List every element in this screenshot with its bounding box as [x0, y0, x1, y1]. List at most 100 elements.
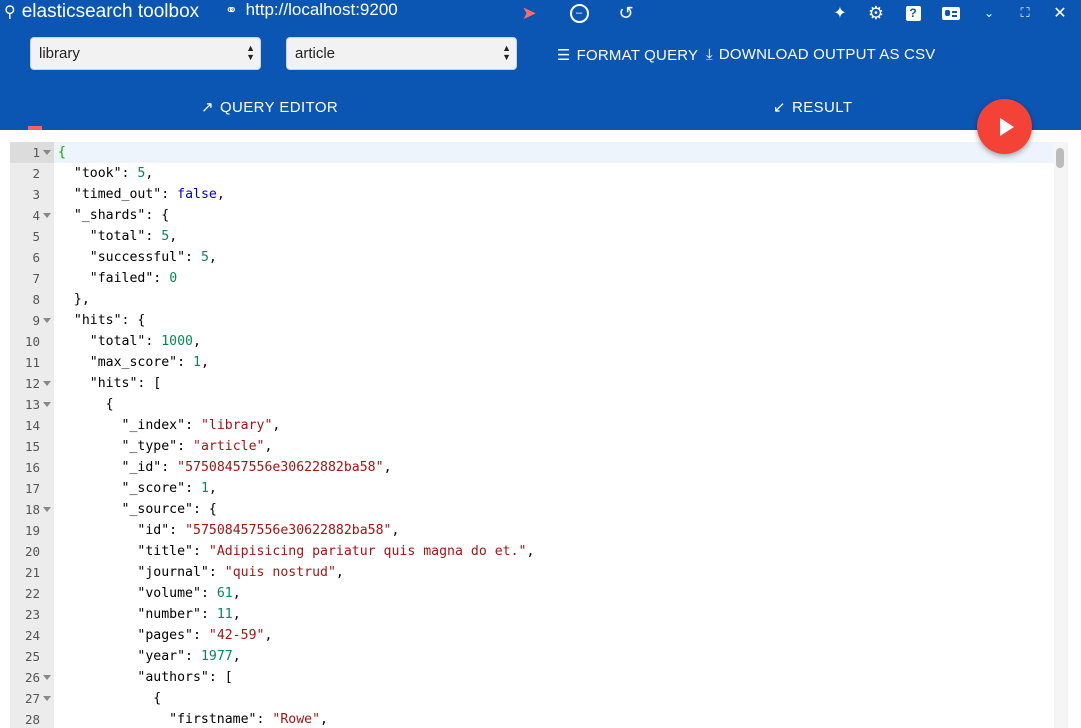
line-number: 12 [24, 376, 40, 391]
tab-result[interactable]: ↙ RESULT [773, 98, 852, 117]
code-text: "year": 1977, [137, 649, 241, 664]
minus-circle-icon[interactable]: – [567, 2, 591, 24]
fullscreen-icon[interactable]: ⛶ [1013, 2, 1037, 24]
profile-card-icon[interactable] [939, 2, 963, 24]
code-line[interactable]: 23 "number": 11, [10, 604, 1054, 625]
code-line[interactable]: 11 "max_score": 1, [10, 352, 1054, 373]
code-line[interactable]: 18 "_source": { [10, 499, 1054, 520]
code-text: "_source": { [121, 502, 217, 517]
gear-icon[interactable]: ⚙ [864, 2, 888, 24]
code-text: "firstname": "Rowe", [169, 712, 328, 727]
line-number: 28 [24, 712, 40, 727]
editor-scrollbar[interactable] [1054, 142, 1068, 728]
format-query-button[interactable]: ☰ FORMAT QUERY [557, 46, 699, 65]
code-line[interactable]: 12 "hits": [ [10, 373, 1054, 394]
puzzle-icon[interactable]: ✦ [828, 2, 852, 24]
format-query-label: FORMAT QUERY [576, 46, 699, 64]
download-csv-button[interactable]: ⤓ DOWNLOAD OUTPUT AS CSV [706, 46, 936, 63]
line-number: 19 [24, 523, 40, 538]
format-align-icon: ☰ [557, 47, 571, 64]
line-number: 17 [24, 481, 40, 496]
history-icon[interactable]: ↺ [614, 2, 638, 24]
line-number: 7 [32, 271, 40, 286]
send-icon[interactable]: ➤ [517, 2, 541, 24]
code-line[interactable]: 9 "hits": { [10, 310, 1054, 331]
code-text: "_type": "article", [121, 439, 273, 454]
arrow-down-left-icon: ↙ [773, 99, 786, 116]
line-number: 25 [24, 649, 40, 664]
fold-toggle-icon[interactable] [43, 150, 51, 155]
line-number: 14 [24, 418, 40, 433]
link-icon: ⚭ [225, 2, 238, 19]
type-select[interactable]: article ▲ ▼ [286, 37, 517, 70]
code-line[interactable]: 25 "year": 1977, [10, 646, 1054, 667]
code-line[interactable]: 19 "id": "57508457556e30622882ba58", [10, 520, 1054, 541]
code-text: "max_score": 1, [89, 355, 209, 370]
line-number: 26 [24, 670, 40, 685]
code-line[interactable]: 3 "timed_out": false, [10, 184, 1054, 205]
line-number: 13 [24, 397, 40, 412]
code-line[interactable]: 22 "volume": 61, [10, 583, 1054, 604]
line-number: 18 [24, 502, 40, 517]
title-bar: ⚲ elasticsearch toolbox ⚭ http://localho… [0, 0, 1081, 26]
code-line[interactable]: 8 }, [10, 289, 1054, 310]
code-text: "id": "57508457556e30622882ba58", [137, 523, 400, 538]
fold-toggle-icon[interactable] [43, 402, 51, 407]
tab-query-editor[interactable]: ↗ QUERY EDITOR [201, 98, 338, 117]
active-tab-indicator [28, 126, 42, 130]
fold-toggle-icon[interactable] [43, 213, 51, 218]
run-query-button[interactable] [977, 99, 1032, 154]
code-text: "pages": "42-59", [137, 628, 273, 643]
index-select[interactable]: library ▲ ▼ [30, 37, 261, 70]
fold-toggle-icon[interactable] [43, 507, 51, 512]
code-line[interactable]: 26 "authors": [ [10, 667, 1054, 688]
line-number: 16 [24, 460, 40, 475]
download-csv-label: DOWNLOAD OUTPUT AS CSV [718, 46, 936, 63]
code-text: { [105, 397, 114, 412]
code-line[interactable]: 21 "journal": "quis nostrud", [10, 562, 1054, 583]
code-line[interactable]: 14 "_index": "library", [10, 415, 1054, 436]
line-number: 6 [32, 250, 40, 265]
code-line[interactable]: 17 "_score": 1, [10, 478, 1054, 499]
fold-toggle-icon[interactable] [43, 318, 51, 323]
fold-toggle-icon[interactable] [43, 675, 51, 680]
code-line[interactable]: 20 "title": "Adipisicing pariatur quis m… [10, 541, 1054, 562]
code-text: "total": 1000, [89, 334, 201, 349]
code-text: "_shards": { [73, 208, 170, 223]
code-line[interactable]: 24 "pages": "42-59", [10, 625, 1054, 646]
editor-scroll-thumb[interactable] [1056, 148, 1064, 168]
line-number: 9 [32, 313, 40, 328]
code-line[interactable]: 7 "failed": 0 [10, 268, 1054, 289]
code-line[interactable]: 15 "_type": "article", [10, 436, 1054, 457]
fold-toggle-icon[interactable] [43, 381, 51, 386]
server-url[interactable]: ⚭ http://localhost:9200 [225, 0, 398, 20]
code-line[interactable]: 27 { [10, 688, 1054, 709]
code-line[interactable]: 4 "_shards": { [10, 205, 1054, 226]
line-number: 11 [24, 355, 40, 370]
code-line[interactable]: 28 "firstname": "Rowe", [10, 709, 1054, 728]
line-number: 22 [24, 586, 40, 601]
code-text: "hits": { [73, 313, 146, 328]
code-line[interactable]: 5 "total": 5, [10, 226, 1054, 247]
code-line[interactable]: 10 "total": 1000, [10, 331, 1054, 352]
json-editor[interactable]: 1{2 "took": 5, 3 "timed_out": false, 4 "_s… [10, 142, 1068, 728]
code-line[interactable]: 2 "took": 5, [10, 163, 1054, 184]
code-line[interactable]: 1{ [10, 142, 1054, 163]
server-url-text: http://localhost:9200 [245, 0, 398, 19]
close-icon[interactable]: ✕ [1048, 2, 1072, 24]
chevron-down-icon[interactable]: ⌄ [977, 2, 1001, 24]
code-line[interactable]: 16 "_id": "57508457556e30622882ba58", [10, 457, 1054, 478]
select-arrows-icon: ▲ ▼ [502, 43, 511, 62]
code-text: "_score": 1, [121, 481, 217, 496]
code-text: "took": 5, [73, 166, 154, 181]
line-number: 27 [24, 691, 40, 706]
app-title-text: elasticsearch toolbox [21, 1, 200, 22]
code-line[interactable]: 13 { [10, 394, 1054, 415]
code-line[interactable]: 6 "successful": 5, [10, 247, 1054, 268]
help-icon[interactable]: ? [901, 2, 925, 24]
fold-toggle-icon[interactable] [43, 696, 51, 701]
code-text: "_id": "57508457556e30622882ba58", [121, 460, 392, 475]
top-bar: ⚲ elasticsearch toolbox ⚭ http://localho… [0, 0, 1081, 130]
line-number: 21 [24, 565, 40, 580]
app-title: ⚲ elasticsearch toolbox [4, 1, 199, 23]
